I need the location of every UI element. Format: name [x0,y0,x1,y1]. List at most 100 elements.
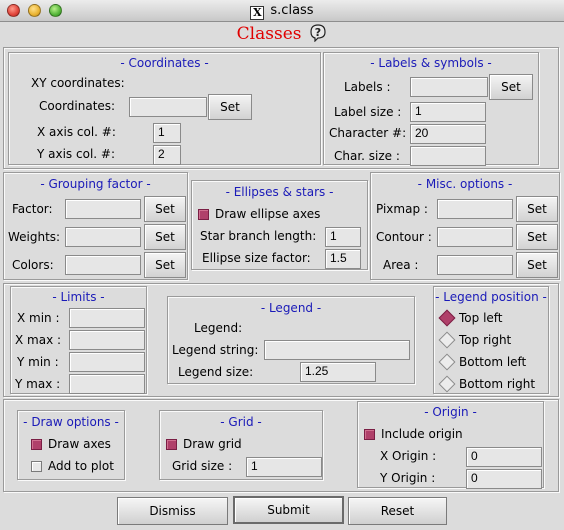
legend-bottom-right-radio[interactable] [438,375,456,393]
x-origin-field[interactable]: 0 [466,447,542,467]
char-size-field[interactable] [410,146,486,166]
grouping-factor-title: - Grouping factor - [40,177,151,191]
legend-string-label: Legend string: [172,343,259,357]
factor-label: Factor: [12,202,53,216]
draw-ellipse-checkbox[interactable] [198,209,209,220]
coordinates-group: - Coordinates - XY coordinates: Coordina… [8,52,321,165]
draw-options-title: - Draw options - [23,415,119,429]
grid-title: - Grid - [220,415,262,429]
contour-set-button[interactable]: Set [516,224,558,250]
dismiss-button[interactable]: Dismiss [117,497,228,525]
y-axis-col-field[interactable]: 2 [153,145,181,165]
xmax-label: X max : [15,333,62,347]
grid-size-field[interactable]: 1 [246,457,322,477]
xmin-field[interactable] [69,308,145,328]
xmin-label: X min : [17,311,60,325]
weights-field[interactable] [65,227,141,247]
pixmap-set-button[interactable]: Set [516,196,558,222]
origin-group: - Origin - Include origin X Origin : 0 Y… [357,401,544,489]
coordinates-label: Coordinates: [39,99,116,113]
factor-set-button[interactable]: Set [144,196,186,222]
draw-grid-checkbox[interactable] [166,439,177,450]
draw-axes-label: Draw axes [48,437,111,451]
label-size-field[interactable]: 1 [410,102,486,122]
coordinates-set-button[interactable]: Set [208,94,252,120]
area-label: Area : [383,258,419,272]
character-label: Character #: [329,126,407,140]
add-to-plot-label: Add to plot [48,459,114,473]
xy-coordinates-label: XY coordinates: [31,76,125,90]
legend-title: - Legend - [260,301,322,315]
area-field[interactable] [437,255,513,275]
legend-string-field[interactable] [264,340,410,360]
labels-set-button[interactable]: Set [489,74,533,100]
legend-size-label: Legend size: [178,365,254,379]
draw-ellipse-label: Draw ellipse axes [215,207,321,221]
legend-top-right-radio[interactable] [438,331,456,349]
labels-field[interactable] [410,77,488,97]
include-origin-label: Include origin [381,427,463,441]
reset-button[interactable]: Reset [348,497,447,525]
label-size-label: Label size : [334,105,402,119]
ymax-field[interactable] [69,374,145,394]
heading-text: Classes [236,24,302,44]
star-branch-field[interactable]: 1 [325,227,361,247]
submit-button[interactable]: Submit [233,496,344,524]
y-axis-col-label: Y axis col. #: [37,147,115,161]
y-origin-label: Y Origin : [380,471,436,485]
labels-symbols-group: - Labels & symbols - Labels : Set Label … [323,52,539,166]
colors-label: Colors: [12,258,54,272]
legend-bottom-right-label: Bottom right [459,377,536,391]
legend-top-left-radio[interactable] [438,309,456,327]
weights-set-button[interactable]: Set [144,224,186,250]
dialog-heading: Classes ? [0,24,564,44]
pixmap-label: Pixmap : [376,202,428,216]
colors-set-button[interactable]: Set [144,252,186,278]
legend-top-right-label: Top right [459,333,512,347]
draw-grid-label: Draw grid [183,437,242,451]
colors-field[interactable] [65,255,141,275]
grid-size-label: Grid size : [172,459,233,473]
labels-label: Labels : [344,80,391,94]
x-axis-col-field[interactable]: 1 [153,123,181,143]
help-icon[interactable]: ? [309,24,327,42]
add-to-plot-checkbox[interactable] [31,461,42,472]
misc-options-title: - Misc. options - [417,177,513,191]
ellipse-size-field[interactable]: 1.5 [325,249,361,269]
origin-title: - Origin - [424,405,477,419]
ellipses-stars-group: - Ellipses & stars - Draw ellipse axes S… [191,180,368,270]
x-axis-col-label: X axis col. #: [37,125,116,139]
y-origin-field[interactable]: 0 [466,469,542,489]
xmax-field[interactable] [69,330,145,350]
legend-group: - Legend - Legend: Legend string: Legend… [167,296,415,384]
x11-icon: X [250,6,265,20]
labels-symbols-title: - Labels & symbols - [370,56,492,70]
character-field[interactable]: 20 [410,124,486,144]
coordinates-field[interactable] [129,97,207,117]
limits-group: - Limits - X min : X max : Y min : Y max… [10,286,147,394]
coordinates-title: - Coordinates - [120,56,209,70]
legend-label: Legend: [194,321,243,335]
window-titlebar: Xs.class [0,0,564,22]
area-set-button[interactable]: Set [516,252,558,278]
grouping-factor-group: - Grouping factor - Factor: Set Weights:… [3,172,188,280]
limits-title: - Limits - [52,290,105,304]
ellipse-size-label: Ellipse size factor: [202,251,311,265]
draw-axes-checkbox[interactable] [31,439,42,450]
include-origin-checkbox[interactable] [364,429,375,440]
grid-group: - Grid - Draw grid Grid size : 1 [159,410,323,480]
contour-label: Contour : [376,230,432,244]
legend-bottom-left-label: Bottom left [459,355,527,369]
factor-field[interactable] [65,199,141,219]
legend-position-group: - Legend position - Top left Top right B… [433,286,549,394]
contour-field[interactable] [437,227,513,247]
ellipses-stars-title: - Ellipses & stars - [225,185,334,199]
misc-options-group: - Misc. options - Pixmap : Set Contour :… [370,172,560,280]
ymax-label: Y max : [15,377,61,391]
legend-size-field[interactable]: 1.25 [300,362,376,382]
legend-bottom-left-radio[interactable] [438,353,456,371]
pixmap-field[interactable] [437,199,513,219]
star-branch-label: Star branch length: [200,229,317,243]
ymin-field[interactable] [69,352,145,372]
window-title: Xs.class [0,3,564,20]
